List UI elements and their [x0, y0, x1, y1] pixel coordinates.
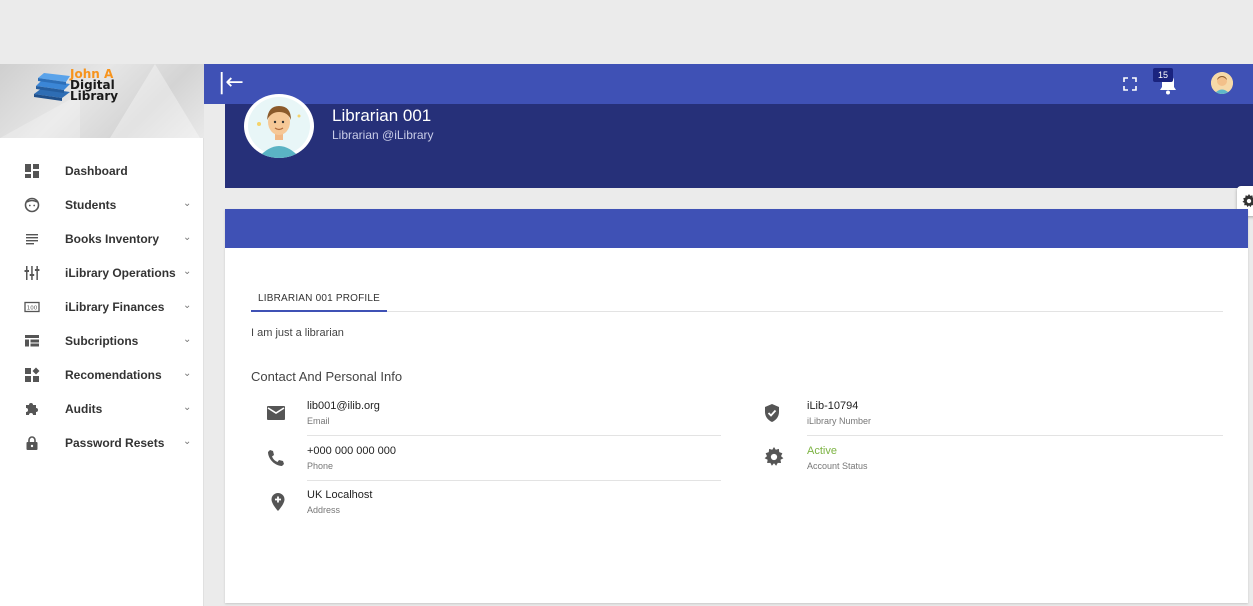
- user-avatar[interactable]: [1211, 72, 1233, 94]
- operations-icon: [24, 266, 40, 280]
- divider: [307, 435, 721, 436]
- profile-card: LIBRARIAN 001 PROFILE I am just a librar…: [225, 209, 1248, 603]
- verified-shield-icon: [765, 404, 779, 422]
- profile-avatar-icon: [248, 97, 310, 158]
- sidebar-item-label: Subcriptions: [65, 334, 139, 348]
- location-pin-icon: [271, 493, 285, 511]
- tab-librarian-profile[interactable]: LIBRARIAN 001 PROFILE: [251, 287, 388, 312]
- user-avatar-icon: [1211, 72, 1233, 94]
- library-number-value: iLib-10794: [807, 400, 859, 412]
- gear-icon: [1242, 194, 1253, 208]
- chevron-down-icon: ⌄: [183, 232, 192, 243]
- sidebar-item-books-inventory[interactable]: Books Inventory ⌄: [0, 222, 204, 256]
- sidebar-item-label: Books Inventory: [65, 232, 160, 246]
- sidebar-item-students[interactable]: Students ⌄: [0, 188, 204, 222]
- divider: [807, 435, 1223, 436]
- svg-text:100: 100: [27, 306, 38, 312]
- bio-text: I am just a librarian: [251, 327, 344, 339]
- chevron-down-icon: ⌄: [183, 436, 192, 447]
- chevron-down-icon: ⌄: [183, 368, 192, 379]
- collapse-sidebar-button[interactable]: |←: [218, 71, 244, 95]
- phone-icon: [268, 450, 284, 466]
- sidebar-item-ilibrary-finances[interactable]: 100 iLibrary Finances ⌄: [0, 290, 204, 324]
- email-value[interactable]: lib001@ilib.org: [307, 400, 380, 412]
- profile-avatar: [244, 94, 314, 158]
- sidebar-item-label: Dashboard: [65, 164, 128, 178]
- notification-count-badge: 15: [1153, 68, 1173, 82]
- sidebar-item-password-resets[interactable]: Password Resets ⌄: [0, 426, 204, 460]
- logo-bg-shard: [110, 64, 200, 138]
- email-icon: [267, 406, 285, 420]
- sidebar-item-label: Recomendations: [65, 368, 162, 382]
- sidebar-item-label: Password Resets: [65, 436, 165, 450]
- section-title: Contact And Personal Info: [251, 369, 403, 384]
- sidebar-item-recomendations[interactable]: Recomendations ⌄: [0, 358, 204, 392]
- address-label: Address: [307, 505, 341, 515]
- logo-line-3: Library: [70, 89, 119, 103]
- chevron-down-icon: ⌄: [183, 334, 192, 345]
- gear-icon: [764, 447, 784, 466]
- address-value: UK Localhost: [307, 489, 373, 501]
- face-icon: [24, 197, 40, 213]
- card-header-band: [225, 209, 1248, 248]
- chevron-down-icon: ⌄: [183, 402, 192, 413]
- dashboard-icon: [25, 164, 39, 178]
- profile-handle: Librarian @iLibrary: [332, 128, 434, 142]
- list-icon: [26, 234, 38, 245]
- divider: [307, 480, 721, 481]
- books-logo-icon: [34, 73, 70, 101]
- chevron-down-icon: ⌄: [183, 198, 192, 209]
- sidebar: John A Digital Library Dashboard Student…: [0, 64, 204, 606]
- account-status-value: Active: [807, 445, 837, 457]
- logo-area[interactable]: John A Digital Library: [0, 64, 204, 138]
- phone-value: +000 000 000 000: [307, 445, 397, 457]
- top-bar: |← 15: [204, 64, 1253, 104]
- logo-text: John A Digital Library: [70, 68, 119, 103]
- sidebar-item-dashboard[interactable]: Dashboard: [0, 154, 204, 188]
- puzzle-icon: [26, 403, 38, 415]
- sidebar-item-label: iLibrary Finances: [65, 300, 165, 314]
- sidebar-item-label: Audits: [65, 402, 103, 416]
- lock-icon: [26, 436, 38, 450]
- library-number-label: iLibrary Number: [807, 416, 872, 426]
- profile-name: Librarian 001: [332, 106, 432, 125]
- chevron-down-icon: ⌄: [183, 300, 192, 311]
- chevron-down-icon: ⌄: [183, 266, 192, 277]
- phone-label: Phone: [307, 461, 334, 471]
- sidebar-item-label: Students: [65, 198, 117, 212]
- email-label: Email: [307, 416, 330, 426]
- sidebar-item-ilibrary-operations[interactable]: iLibrary Operations ⌄: [0, 256, 204, 290]
- sidebar-item-audits[interactable]: Audits ⌄: [0, 392, 204, 426]
- finances-icon: 100: [24, 301, 40, 313]
- sidebar-nav: Dashboard Students ⌄ Books Inventory ⌄ i…: [0, 154, 204, 460]
- sidebar-item-label: iLibrary Operations: [65, 266, 176, 280]
- sidebar-item-subcriptions[interactable]: Subcriptions ⌄: [0, 324, 204, 358]
- fullscreen-icon[interactable]: [1123, 77, 1137, 91]
- subscriptions-icon: [25, 335, 39, 347]
- profile-header: Librarian 001 Librarian @iLibrary: [225, 94, 1253, 188]
- recommendations-icon: [25, 367, 40, 382]
- account-status-label: Account Status: [807, 461, 868, 471]
- top-band: [0, 0, 1253, 64]
- profile-tabs: LIBRARIAN 001 PROFILE: [251, 287, 1223, 312]
